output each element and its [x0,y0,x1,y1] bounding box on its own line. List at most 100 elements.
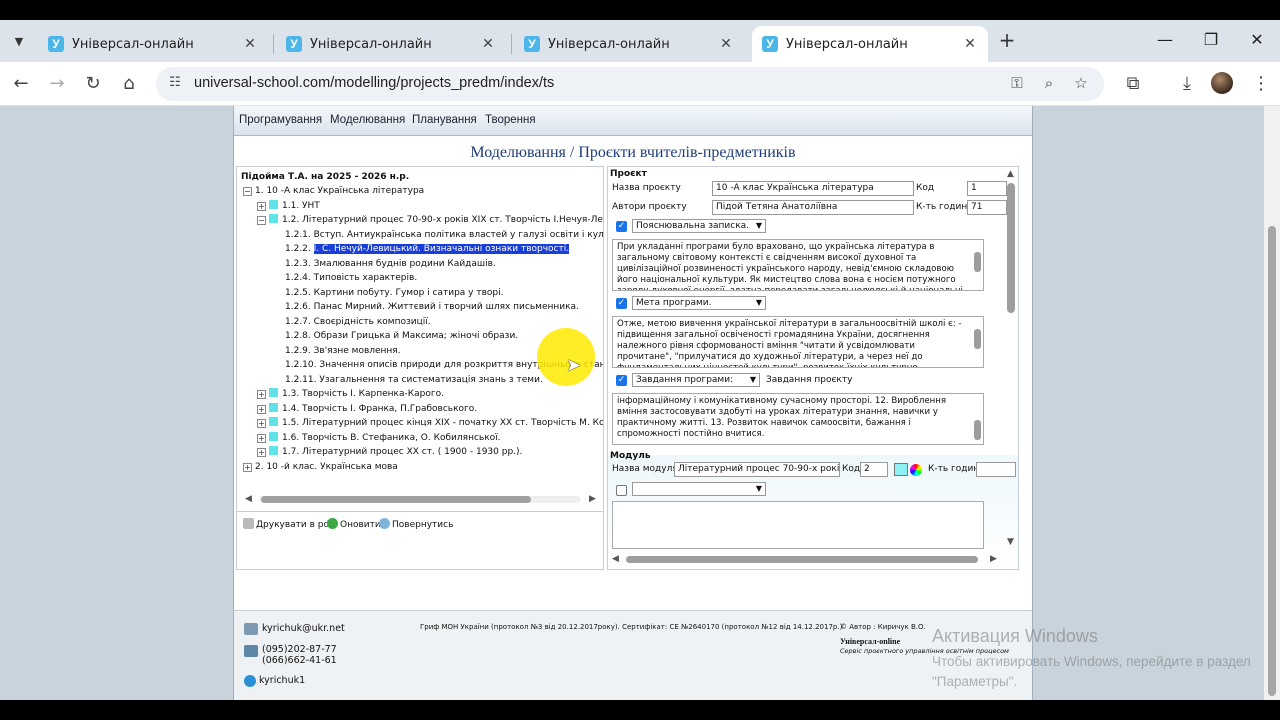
goal-checkbox[interactable]: ✓ [616,298,627,309]
expand-icon[interactable]: + [257,404,266,414]
avatar[interactable] [1211,72,1233,94]
tree-item[interactable]: +1.6. Творчість В. Стефаника, О. Кобилян… [257,431,501,444]
scroll-down-icon[interactable]: ▼ [1007,537,1014,547]
tab-search-button[interactable]: ▼ [6,28,32,54]
explanatory-checkbox[interactable]: ✓ [616,221,627,232]
menu-item-programming[interactable]: Програмування [239,114,322,126]
close-icon[interactable]: ✕ [242,36,258,52]
tree-item[interactable]: +1.5. Літературний процес кінця XIX - по… [257,417,603,429]
back-button[interactable]: Повернутись [379,518,453,530]
page-scroll-thumb[interactable] [1268,226,1276,696]
expand-icon[interactable]: + [243,462,252,472]
textarea-scroll-thumb[interactable] [974,329,981,349]
tree-item[interactable]: 1.2.4. Типовість характерів. [285,272,417,284]
home-icon[interactable]: ⌂ [116,71,142,97]
module-name-input[interactable]: Літературний процес 70-90-х років XIX с [674,462,840,477]
code-input[interactable]: 1 [967,181,1007,196]
tab-2[interactable]: У Універсал-онлайн ✕ [276,26,506,62]
menu-kebab-icon[interactable]: ⋮ [1248,71,1274,97]
menu-item-planning[interactable]: Планування [412,114,477,126]
footer-email[interactable]: kyrichuk@ukr.net [262,623,345,634]
tree-item[interactable]: 1.2.11. Узагальнення та систематизація з… [285,374,543,386]
explanatory-textarea[interactable]: При укладанні програми було враховано, щ… [612,239,984,291]
tree-item[interactable]: −1. 10 -А клас Українська література [243,185,424,197]
hours-input[interactable]: 71 [967,200,1007,215]
restore-icon[interactable]: ❐ [1196,28,1226,54]
tasks-checkbox[interactable]: ✓ [616,375,627,386]
textarea-scrollbar[interactable] [974,396,981,442]
module-textarea[interactable] [612,501,984,549]
tree-item[interactable]: +1.1. УНТ [257,199,320,212]
tree-item[interactable]: +1.4. Творчість І. Франка, П.Грабовськог… [257,402,477,415]
textarea-scroll-thumb[interactable] [974,420,981,440]
star-icon[interactable]: ☆ [1070,74,1092,94]
section-select-1[interactable]: Пояснювальна записка. ▼ [632,219,766,233]
project-name-input[interactable]: 10 -А клас Українська література [712,181,914,196]
collapse-icon[interactable]: − [257,216,266,225]
expand-icon[interactable]: + [257,419,266,428]
goal-textarea[interactable]: Отже, метою вивчення української літерат… [612,316,984,368]
reload-icon[interactable]: ↻ [80,71,106,97]
module-color-swatch[interactable] [894,463,908,476]
scroll-right-icon[interactable]: ▶ [589,494,596,504]
form-scroll-thumb[interactable] [1007,183,1015,313]
site-info-icon[interactable]: ☷ [166,75,184,93]
close-icon[interactable]: ✕ [718,36,734,52]
section-select-2[interactable]: Мета програми. ▼ [632,296,766,310]
page-vertical-scrollbar[interactable] [1264,106,1280,700]
expand-icon[interactable]: + [257,201,266,211]
form-horizontal-scrollbar[interactable]: ◀ ▶ [612,553,998,565]
zoom-icon[interactable]: ⌕ [1038,74,1060,94]
forward-icon[interactable]: → [44,71,70,97]
module-checkbox[interactable] [616,485,627,496]
tab-4-active[interactable]: У Універсал-онлайн ✕ [752,26,988,62]
address-bar[interactable]: ☷ universal-school.com/modelling/project… [156,67,1104,101]
expand-icon[interactable]: + [257,448,266,457]
tree-horizontal-scrollbar[interactable]: ◀ ▶ [245,493,597,505]
textarea-scrollbar[interactable] [974,242,981,288]
color-wheel-icon[interactable] [910,464,922,476]
window-close-icon[interactable]: ✕ [1242,28,1272,54]
tree-item[interactable]: − 1.2. Літературний процес 70-90-х років … [257,214,603,226]
new-tab-icon[interactable]: + [996,30,1018,52]
menu-item-creation[interactable]: Творення [485,114,536,126]
print-pdf-button[interactable]: Друкувати в pdf [243,518,332,530]
scroll-left-icon[interactable]: ◀ [245,494,252,504]
module-section-select[interactable]: ▼ [632,482,766,496]
close-icon[interactable]: ✕ [480,36,496,52]
tree-item[interactable]: 1.2.9. Зв'язне мовлення. [285,345,401,357]
tree-item[interactable]: 1.2.5. Картини побуту. Гумор і сатира у … [285,287,504,299]
scroll-up-icon[interactable]: ▲ [1007,169,1014,179]
collapse-icon[interactable]: − [243,187,252,196]
module-code-input[interactable]: 2 [860,462,888,477]
textarea-scrollbar[interactable] [974,319,981,365]
menu-item-modelling[interactable]: Моделювання [330,114,405,126]
close-icon[interactable]: ✕ [962,36,978,52]
tree-item[interactable]: 1.2.1. Вступ. Антиукраїнська політика вл… [285,229,603,241]
extensions-icon[interactable]: ⧉ [1120,71,1146,97]
tree-item[interactable]: +1.7. Літературний процес XX ст. ( 1900 … [257,446,522,458]
form-hscroll-thumb[interactable] [626,556,978,563]
refresh-button[interactable]: Оновити [327,518,381,530]
expand-icon[interactable]: + [257,433,266,443]
tree-item[interactable]: +1.3. Творчість І. Карпенка-Карого. [257,388,444,400]
footer-skype[interactable]: kyrichuk1 [259,675,305,686]
form-vertical-scrollbar[interactable]: ▲ ▼ [1006,169,1016,549]
textarea-scroll-thumb[interactable] [974,252,981,272]
key-icon[interactable]: ⚿ [1006,74,1028,94]
tab-1[interactable]: У Універсал-онлайн ✕ [38,26,268,62]
scroll-right-icon[interactable]: ▶ [990,554,997,564]
minimize-icon[interactable]: — [1150,28,1180,54]
expand-icon[interactable]: + [257,390,266,399]
tree-item[interactable]: +2. 10 -й клас. Українська мова [243,461,398,473]
section-select-3[interactable]: Завдання програми: ▼ [632,373,760,387]
back-icon[interactable]: ← [8,71,34,97]
scroll-thumb[interactable] [261,496,531,503]
authors-input[interactable]: Підой Тетяна Анатоліївна [712,200,914,215]
tree-item[interactable]: 1.2.2. І. С. Нечуй-Левицький. Визначальн… [285,243,570,255]
download-icon[interactable]: ⤓ [1174,71,1200,97]
scroll-left-icon[interactable]: ◀ [612,554,619,564]
tree-item[interactable]: 1.2.3. Змалювання буднів родини Кайдашів… [285,258,496,270]
tree-item[interactable]: 1.2.8. Образи Грицька й Максима; жіночі … [285,330,518,342]
tree-item[interactable]: 1.2.7. Своєрідність композиції. [285,316,431,328]
